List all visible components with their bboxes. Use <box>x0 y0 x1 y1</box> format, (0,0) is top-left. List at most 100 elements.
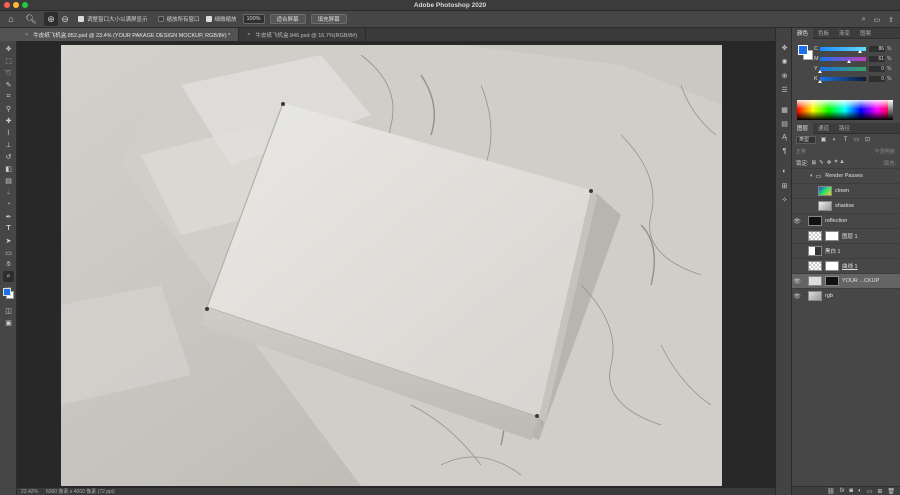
layer-row-layer-1[interactable]: 图层 1 <box>792 228 900 243</box>
quick-select-tool-icon[interactable]: ✎ <box>3 79 14 90</box>
layer-row-reflection[interactable]: 👁︎ reflection <box>792 213 900 228</box>
marquee-tool-icon[interactable]: ⬚ <box>3 55 14 66</box>
home-icon[interactable]: ⌂ <box>4 12 18 26</box>
zoom-all-checkbox[interactable]: 缩放所有窗口 <box>157 15 200 23</box>
cyan-slider[interactable] <box>820 46 866 53</box>
layer-row-render-passes[interactable]: ▾ ▭ Render Passes <box>792 168 900 183</box>
blend-mode-select[interactable]: 正常 <box>796 148 806 155</box>
slider-thumb[interactable] <box>818 79 822 83</box>
layer-row-clown[interactable]: clown <box>792 183 900 198</box>
fx-icon[interactable]: fx <box>840 488 845 494</box>
workspace-icon[interactable]: ▭ <box>874 16 881 24</box>
lock-position-icon[interactable]: ✥ <box>827 160 832 166</box>
layer-mask-thumbnail[interactable] <box>825 231 839 241</box>
info-panel-icon[interactable]: ⊕ <box>779 70 790 81</box>
zoom-tool-preset-icon[interactable]: 🔍︎ <box>24 12 38 26</box>
lasso-tool-icon[interactable]: ➰ <box>3 67 14 78</box>
layer-mask-thumbnail[interactable] <box>825 261 839 271</box>
eyedropper-tool-icon[interactable]: ⚲ <box>3 103 14 114</box>
gradient-tool-icon[interactable]: ▤ <box>3 175 14 186</box>
yellow-slider-row[interactable]: Y 0 % <box>814 65 898 73</box>
adjustments-panel-icon[interactable]: ◐ <box>779 166 790 177</box>
layer-row-your-mockup[interactable]: 👁︎ YOUR ...CKUP <box>792 273 900 288</box>
stamp-tool-icon[interactable]: ⊥ <box>3 139 14 150</box>
tab-paths[interactable]: 路径 <box>834 123 855 134</box>
tab-channels[interactable]: 通道 <box>813 123 834 134</box>
link-icon[interactable]: ⛓︎ <box>827 488 835 495</box>
cyan-value-field[interactable]: 86 <box>869 45 885 52</box>
black-white-ramp[interactable] <box>888 100 893 120</box>
magenta-value-field[interactable]: 61 <box>869 55 885 62</box>
adjustment-icon[interactable]: ◐ <box>858 488 862 494</box>
black-slider-row[interactable]: K 0 % <box>814 75 898 83</box>
eraser-tool-icon[interactable]: ◧ <box>3 163 14 174</box>
layer-comps-icon[interactable]: ▦ <box>779 104 790 115</box>
foreground-color-swatch[interactable] <box>3 288 11 296</box>
close-icon[interactable]: × <box>25 32 28 38</box>
visibility-on-icon[interactable]: 👁︎ <box>792 218 802 225</box>
visibility-on-icon[interactable]: 👁︎ <box>792 293 802 300</box>
paragraph-panel-icon[interactable]: ¶ <box>779 146 790 157</box>
quick-mask-icon[interactable]: ◫ <box>3 305 14 316</box>
fit-screen-button[interactable]: 适合屏幕 <box>269 14 306 24</box>
kind-filter-select[interactable]: 类型 <box>796 136 816 144</box>
fill-label[interactable]: 填充: <box>883 159 896 167</box>
brush-tool-icon[interactable]: ⌇ <box>3 127 14 138</box>
cyan-slider-row[interactable]: C 86 % <box>814 45 898 53</box>
brush-settings-icon[interactable]: ✺ <box>779 56 790 67</box>
styles-panel-icon[interactable]: ✧ <box>779 194 790 205</box>
dodge-tool-icon[interactable]: ◔ <box>3 199 14 210</box>
filter-pixel-icon[interactable]: ▣ <box>820 137 827 144</box>
tab-layers[interactable]: 图层 <box>792 122 814 134</box>
share-icon[interactable]: ⇪ <box>888 16 894 24</box>
layer-row-shadow[interactable]: shadow <box>792 198 900 213</box>
slider-thumb[interactable] <box>847 59 851 63</box>
opacity-label[interactable]: 不透明度: <box>875 148 896 155</box>
tab-patterns[interactable]: 图案 <box>855 28 876 39</box>
layer-row-rgb[interactable]: 👁︎ rgb <box>792 288 900 303</box>
color-spectrum-ramp[interactable] <box>797 100 893 120</box>
visibility-on-icon[interactable]: 👁︎ <box>792 278 802 285</box>
filter-smart-icon[interactable]: ⊡ <box>864 137 871 144</box>
layer-row-black-white-1[interactable]: 黑白 1 <box>792 243 900 258</box>
type-tool-icon[interactable]: T <box>3 223 14 234</box>
color-panel-foreground-swatch[interactable] <box>798 45 808 55</box>
path-select-tool-icon[interactable]: ➤ <box>3 235 14 246</box>
healing-brush-tool-icon[interactable]: ✚ <box>3 115 14 126</box>
properties-panel-icon[interactable]: ☰ <box>779 84 790 95</box>
folder-icon[interactable]: ▭ <box>867 488 873 495</box>
rectangle-tool-icon[interactable]: ▭ <box>3 247 14 258</box>
screen-mode-icon[interactable]: ▣ <box>3 317 14 328</box>
swatches-panel-icon[interactable]: ▤ <box>779 118 790 129</box>
blur-tool-icon[interactable]: 💧︎ <box>3 187 14 198</box>
tab-gradients[interactable]: 渐变 <box>834 28 855 39</box>
close-icon[interactable]: × <box>247 32 250 38</box>
black-value-field[interactable]: 0 <box>869 75 885 82</box>
expand-arrow-icon[interactable]: ▾ <box>810 173 813 179</box>
new-layer-icon[interactable]: ⊞ <box>877 488 882 495</box>
yellow-value-field[interactable]: 0 <box>869 65 885 72</box>
status-zoom[interactable]: 23.42% <box>21 489 38 495</box>
mask-icon[interactable]: ◙ <box>849 488 853 494</box>
filter-shape-icon[interactable]: ▭ <box>853 137 860 144</box>
move-tool-icon[interactable]: ✥ <box>3 43 14 54</box>
tab-second-document[interactable]: × 牛皮纸飞机盒.846.psd @ 16.7%(RGB/8#) <box>239 28 367 41</box>
lock-image-icon[interactable]: ✎ <box>819 160 824 166</box>
document-canvas[interactable] <box>61 45 722 486</box>
resize-windows-checkbox[interactable]: 调整窗口大小以满屏显示 <box>78 15 148 23</box>
filter-type-icon[interactable]: T <box>842 137 849 144</box>
zoom-in-icon[interactable]: ⊕ <box>44 12 58 26</box>
tab-color[interactable]: 颜色 <box>792 27 814 39</box>
zoom-out-icon[interactable]: ⊖ <box>58 12 72 26</box>
libraries-panel-icon[interactable]: ⊞ <box>779 180 790 191</box>
slider-thumb[interactable] <box>818 69 822 73</box>
magenta-slider-row[interactable]: M 61 % <box>814 55 898 63</box>
lock-transparent-icon[interactable]: ⊠ <box>812 160 817 166</box>
zoom-value-field[interactable]: 100% <box>242 14 265 24</box>
crop-tool-icon[interactable]: ⌗ <box>3 91 14 102</box>
layer-row-curves-1[interactable]: 曲线 1 <box>792 258 900 273</box>
search-icon[interactable]: ⌕ <box>862 16 866 24</box>
scrubby-zoom-checkbox[interactable]: 细微缩放 <box>205 15 237 23</box>
black-slider[interactable] <box>818 76 866 83</box>
history-brush-tool-icon[interactable]: ↺ <box>3 151 14 162</box>
